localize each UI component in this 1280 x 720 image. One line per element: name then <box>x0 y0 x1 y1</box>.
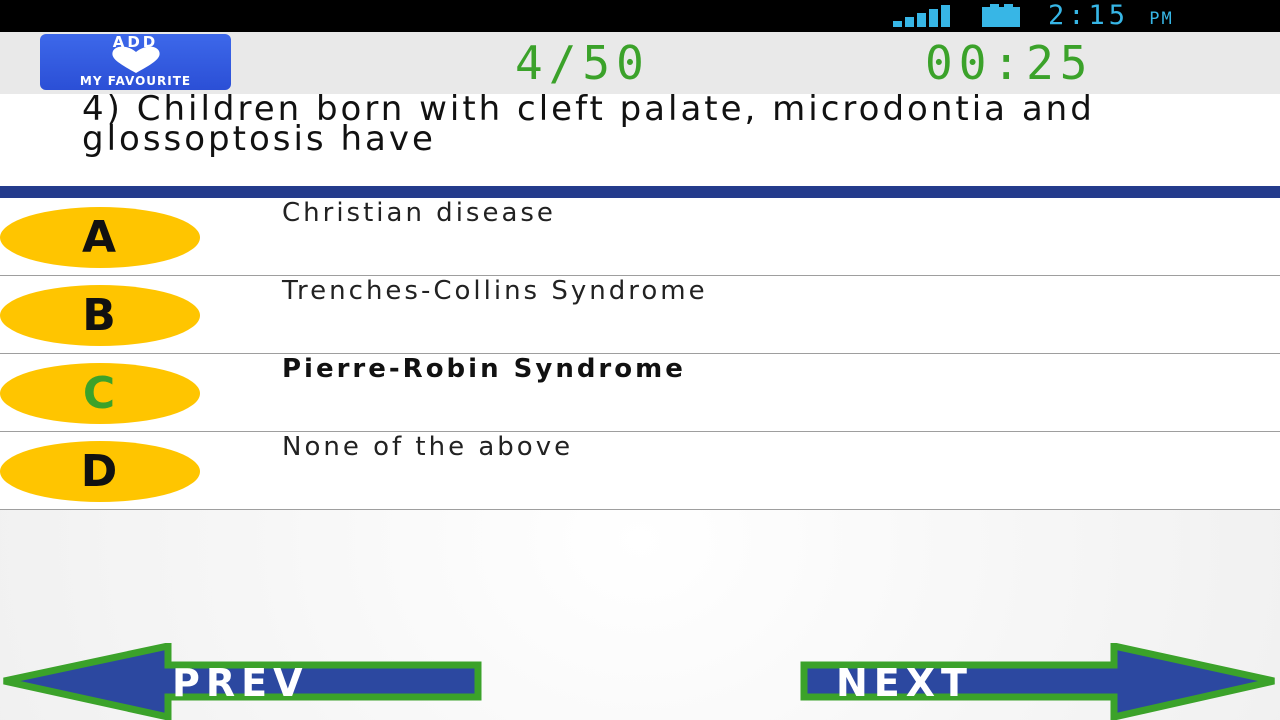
question-divider <box>0 186 1280 198</box>
clock-time: 2:15 <box>1048 0 1130 31</box>
option-badge-b: B <box>0 285 200 346</box>
battery-icon <box>982 4 1020 27</box>
question-text: 4) Children born with cleft palate, micr… <box>82 94 1095 159</box>
option-letter-b: B <box>82 290 118 341</box>
prev-arrow-icon <box>3 643 482 720</box>
option-d[interactable]: D None of the above <box>0 432 1280 510</box>
option-letter-a: A <box>81 212 119 263</box>
question-counter: 4/50 <box>515 36 650 90</box>
next-button[interactable] <box>800 643 1278 720</box>
option-badge-a: A <box>0 207 200 268</box>
option-b[interactable]: B Trenches-Collins Syndrome <box>0 276 1280 354</box>
option-text-d: None of the above <box>282 432 574 462</box>
option-letter-d: D <box>80 446 120 497</box>
option-letter-c: C <box>82 368 118 419</box>
quiz-header: ADD MY FAVOURITE 4/50 00:25 <box>0 32 1280 94</box>
prev-button[interactable] <box>0 643 482 720</box>
clock-ampm: PM <box>1149 9 1174 29</box>
question-area: 4) Children born with cleft palate, micr… <box>0 94 1280 186</box>
status-clock: 2:15 PM <box>1048 0 1174 32</box>
heart-icon <box>112 46 160 73</box>
option-text-a: Christian disease <box>282 198 556 228</box>
signal-icon <box>893 5 950 27</box>
options-list: A Christian disease B Trenches-Collins S… <box>0 198 1280 510</box>
option-a[interactable]: A Christian disease <box>0 198 1280 276</box>
option-badge-c: C <box>0 363 200 424</box>
option-c[interactable]: C Pierre-Robin Syndrome <box>0 354 1280 432</box>
next-arrow-icon <box>800 643 1275 720</box>
option-badge-d: D <box>0 441 200 502</box>
favourite-label: MY FAVOURITE <box>79 74 192 88</box>
option-text-b: Trenches-Collins Syndrome <box>282 276 708 306</box>
status-bar: 2:15 PM <box>0 0 1280 32</box>
quiz-timer: 00:25 <box>925 36 1094 90</box>
option-text-c: Pierre-Robin Syndrome <box>282 354 686 384</box>
add-favourite-button[interactable]: ADD MY FAVOURITE <box>40 33 231 90</box>
quiz-screen: 2:15 PM ADD MY FAVOURITE 4/50 00:25 4) C… <box>0 0 1280 720</box>
